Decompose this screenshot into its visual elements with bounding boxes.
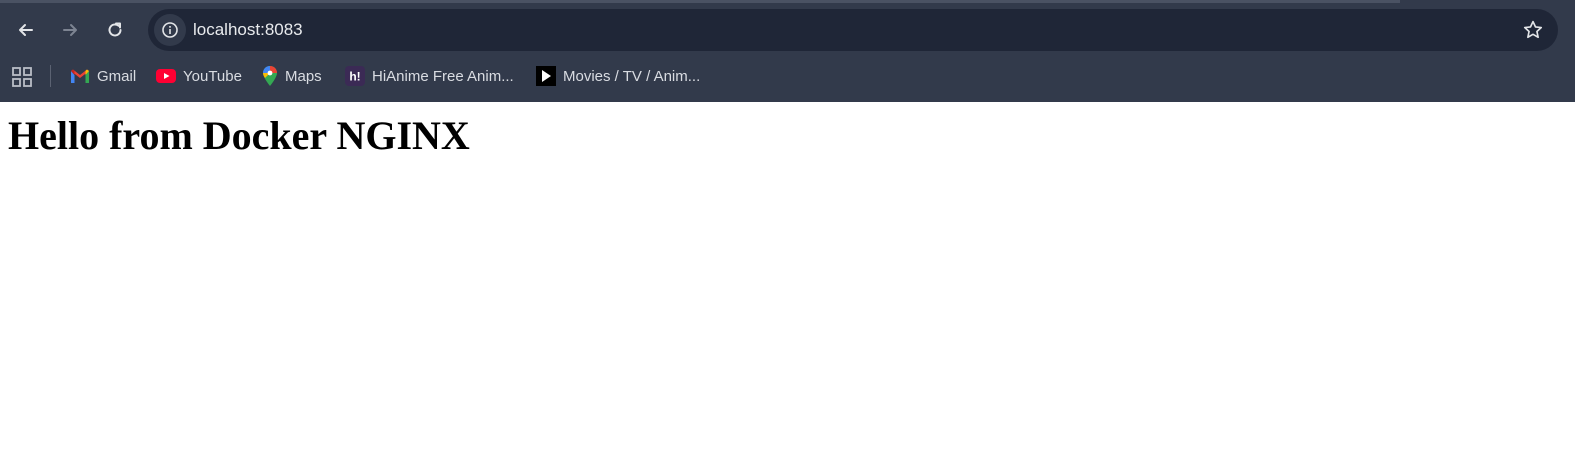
bookmark-hianime[interactable]: h! HiAnime Free Anim... <box>345 62 514 90</box>
url-text[interactable]: localhost:8083 <box>193 20 303 40</box>
maps-icon <box>262 66 278 86</box>
bookmark-label: Movies / TV / Anim... <box>563 67 701 85</box>
bookmark-label: HiAnime Free Anim... <box>372 67 514 85</box>
play-icon <box>536 66 556 86</box>
reload-icon <box>108 22 122 37</box>
browser-toolbar: localhost:8083 <box>0 8 1575 52</box>
tab-strip-edge <box>0 0 1400 3</box>
arrow-left-icon <box>19 24 33 36</box>
bookmarks-bar: Gmail YouTube Maps h! HiAnime Free Anim.… <box>0 58 1575 94</box>
bookmark-maps[interactable]: Maps <box>262 62 322 90</box>
bookmarks-separator <box>50 65 51 87</box>
hianime-icon: h! <box>345 66 365 86</box>
site-info-button[interactable] <box>154 14 186 46</box>
apps-grid-icon[interactable] <box>11 66 33 88</box>
bookmark-star-icon[interactable] <box>1522 19 1544 41</box>
back-button[interactable] <box>8 12 44 48</box>
youtube-icon <box>156 66 176 86</box>
browser-chrome: localhost:8083 Gmail YouTube Maps h! HiA… <box>0 0 1575 102</box>
bookmark-label: Maps <box>285 67 322 85</box>
bookmark-youtube[interactable]: YouTube <box>156 62 242 90</box>
gmail-icon <box>70 66 90 86</box>
bookmark-label: Gmail <box>97 67 137 85</box>
reload-button[interactable] <box>97 12 133 48</box>
svg-text:h!: h! <box>349 70 360 84</box>
bookmark-label: YouTube <box>183 67 242 85</box>
info-icon <box>162 22 178 38</box>
bookmark-gmail[interactable]: Gmail <box>70 62 136 90</box>
address-bar[interactable]: localhost:8083 <box>148 9 1558 51</box>
arrow-right-icon <box>63 24 77 36</box>
bookmark-movies[interactable]: Movies / TV / Anim... <box>536 62 700 90</box>
forward-button[interactable] <box>52 12 88 48</box>
page-heading: Hello from Docker NGINX <box>8 113 470 158</box>
